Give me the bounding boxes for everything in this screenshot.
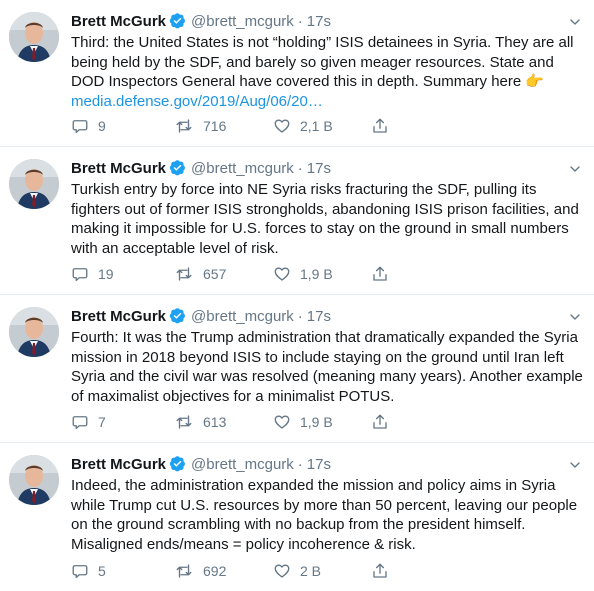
verified-badge-icon [169,13,185,29]
share-button[interactable] [371,115,389,137]
reply-count: 7 [98,414,106,430]
retweet-count: 716 [203,118,227,134]
separator: · [297,13,303,30]
timestamp[interactable]: 17s [307,308,331,325]
retweet-icon [176,564,192,578]
author-name[interactable]: Brett McGurk [71,308,166,325]
chevron-down-icon[interactable] [567,309,583,325]
avatar[interactable] [9,307,59,357]
share-icon [373,266,387,281]
author-name[interactable]: Brett McGurk [71,160,166,177]
reply-button[interactable]: 7 [71,411,106,433]
share-icon [373,414,387,429]
separator: · [297,456,303,473]
author-handle[interactable]: @brett_mcgurk [191,13,294,30]
chevron-down-icon[interactable] [567,457,583,473]
like-count: 2 B [300,563,322,579]
timestamp[interactable]: 17s [307,160,331,177]
heart-icon [274,415,290,429]
retweet-button[interactable]: 716 [174,115,226,137]
author-handle[interactable]: @brett_mcgurk [191,456,294,473]
retweet-icon [176,267,192,281]
tweet-text: Indeed, the administration expanded the … [71,477,582,553]
tweet-content: Brett McGurk @brett_mcgurk · 17s Third: the… [71,11,583,111]
like-button[interactable]: 2 B [273,560,321,582]
reply-count: 9 [98,118,106,134]
reply-count: 5 [98,563,106,579]
like-button[interactable]: 2,1 B [273,115,333,137]
reply-icon [72,120,88,134]
tweet-actions: 19 657 1,9 B [71,263,491,285]
tweet-content: Brett McGurk @brett_mcgurk · 17s Fourth: It… [71,306,583,406]
tweet-actions: 9 716 2,1 B [71,115,491,137]
tweet-link[interactable]: media.defense.gov/2019/Aug/06/20… [71,93,323,110]
verified-badge-icon [169,160,185,176]
author-name[interactable]: Brett McGurk [71,456,166,473]
avatar[interactable] [9,12,59,62]
verified-badge-icon [169,456,185,472]
tweet-header: Brett McGurk @brett_mcgurk · 17s [71,11,583,33]
author-name[interactable]: Brett McGurk [71,13,166,30]
tweet[interactable]: Brett McGurk @brett_mcgurk · 17s Third: the… [0,0,594,147]
reply-icon [72,565,88,579]
tweet-text: Fourth: It was the Trump administration … [71,329,588,405]
share-button[interactable] [371,560,389,582]
tweet-text: Third: the United States is not “holding… [71,33,583,111]
chevron-down-icon[interactable] [567,161,583,177]
retweet-button[interactable]: 657 [174,263,226,285]
retweet-button[interactable]: 692 [174,560,226,582]
retweet-count: 613 [203,414,227,430]
verified-badge-icon [169,308,185,324]
tweet-body: Third: the United States is not “holding… [71,34,578,91]
share-icon [373,563,387,578]
tweet-content: Brett McGurk @brett_mcgurk · 17s Indeed, th… [71,454,583,554]
tweet-actions: 5 692 2 B [71,560,491,582]
tweet-header: Brett McGurk @brett_mcgurk · 17s [71,158,583,180]
tweet-header: Brett McGurk @brett_mcgurk · 17s [71,306,583,328]
author-handle[interactable]: @brett_mcgurk [191,308,294,325]
tweet-actions: 7 613 1,9 B [71,411,491,433]
separator: · [297,160,303,177]
tweet[interactable]: Brett McGurk @brett_mcgurk · 17s Indeed, th… [0,443,594,591]
tweet-feed: Brett McGurk @brett_mcgurk · 17s Third: the… [0,0,594,591]
tweet-header: Brett McGurk @brett_mcgurk · 17s [71,454,583,476]
pointing-right-emoji: 👉 [525,72,545,91]
like-button[interactable]: 1,9 B [273,411,333,433]
like-count: 1,9 B [300,414,333,430]
chevron-down-icon[interactable] [567,14,583,30]
heart-icon [274,267,290,281]
like-button[interactable]: 1,9 B [273,263,333,285]
reply-button[interactable]: 9 [71,115,106,137]
tweet[interactable]: Brett McGurk @brett_mcgurk · 17s Turkish en… [0,147,594,295]
retweet-icon [176,119,192,133]
retweet-count: 657 [203,266,227,282]
author-handle[interactable]: @brett_mcgurk [191,160,294,177]
heart-icon [274,119,290,133]
heart-icon [274,564,290,578]
share-icon [373,118,387,133]
like-count: 2,1 B [300,118,333,134]
retweet-button[interactable]: 613 [174,411,226,433]
reply-button[interactable]: 5 [71,560,106,582]
tweet[interactable]: Brett McGurk @brett_mcgurk · 17s Fourth: It… [0,295,594,443]
tweet-content: Brett McGurk @brett_mcgurk · 17s Turkish en… [71,158,583,258]
avatar[interactable] [9,455,59,505]
tweet-text: Turkish entry by force into NE Syria ris… [71,181,583,257]
separator: · [297,308,303,325]
timestamp[interactable]: 17s [307,13,331,30]
reply-count: 19 [98,266,114,282]
reply-button[interactable]: 19 [71,263,114,285]
share-button[interactable] [371,411,389,433]
retweet-icon [176,415,192,429]
avatar[interactable] [9,159,59,209]
retweet-count: 692 [203,563,227,579]
share-button[interactable] [371,263,389,285]
reply-icon [72,268,88,282]
like-count: 1,9 B [300,266,333,282]
reply-icon [72,416,88,430]
timestamp[interactable]: 17s [307,456,331,473]
